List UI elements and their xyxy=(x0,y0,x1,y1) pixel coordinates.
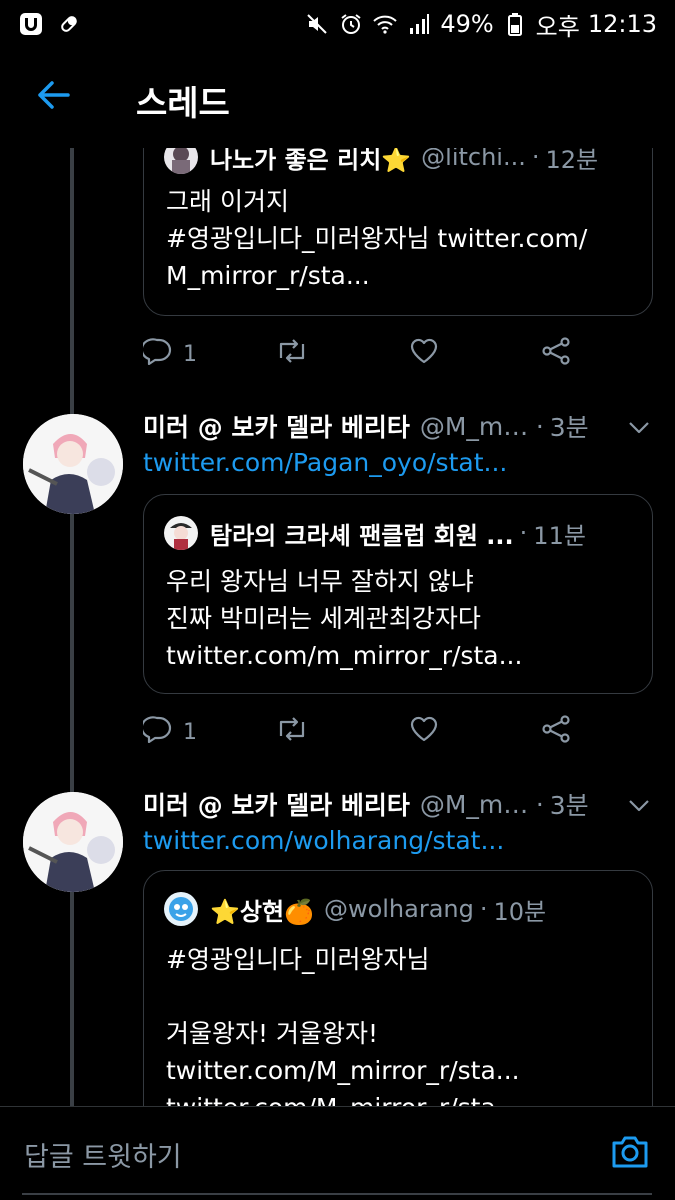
reply-count: 1 xyxy=(183,341,197,367)
share-button[interactable] xyxy=(541,337,571,371)
quoted-tweet-time: 12분 xyxy=(545,148,599,174)
quoted-user-handle: @litchi... xyxy=(421,148,526,171)
user-handle: @M_mi... xyxy=(419,411,530,441)
user-handle: @M_mi... xyxy=(419,789,530,819)
quoted-tweet-text: #영광입니다_미러왕자님 거울왕자! 거울왕자! twitter.com/M_m… xyxy=(166,945,520,1106)
share-button[interactable] xyxy=(541,715,571,749)
reply-input-underline xyxy=(22,1193,652,1195)
quoted-user-avatar xyxy=(164,892,198,926)
battery-icon xyxy=(502,11,528,37)
tweet-header: 미러 @ 보카 델라 베리타 @M_mi... · 3분 xyxy=(143,408,653,444)
quoted-user-name: 나노가 좋은 리치⭐ xyxy=(210,148,412,174)
alarm-icon xyxy=(338,11,364,37)
battery-percent: 49% xyxy=(440,10,494,38)
quoted-tweet-card[interactable]: 나노가 좋은 리치⭐ @litchi... · 12분 그래 이거지 #영광입니… xyxy=(143,148,653,316)
quoted-tweet-time: 11분 xyxy=(533,521,586,550)
clock-period: 오후 xyxy=(535,12,580,41)
tweet-link[interactable]: twitter.com/Pagan_oyo/stat... xyxy=(143,448,653,477)
page-title: 스레드 xyxy=(136,84,230,124)
back-button[interactable] xyxy=(28,72,78,122)
signal-icon xyxy=(406,11,432,37)
quoted-user-name: ⭐상현🍊 xyxy=(210,897,314,926)
pill-icon xyxy=(56,11,82,37)
quoted-tweet-card[interactable]: 탐라의 크라셰 팬클럽 회원 ... · 11분 우리 왕자님 너무 잘하지 않… xyxy=(143,494,653,694)
user-name[interactable]: 미러 @ 보카 델라 베리타 xyxy=(143,408,410,444)
retweet-icon xyxy=(275,338,309,370)
separator-dot: · xyxy=(535,411,544,441)
quoted-user-avatar xyxy=(164,148,198,174)
user-name[interactable]: 미러 @ 보카 델라 베리타 xyxy=(143,786,410,822)
quoted-tweet-card[interactable]: ⭐상현🍊 @wolharang · 10분 #영광입니다_미러왕자님 거울왕자!… xyxy=(143,870,653,1106)
quoted-tweet-text: 그래 이거지 #영광입니다_미러왕자님 twitter.com/ M_mirro… xyxy=(166,187,588,290)
thread-connector-line xyxy=(70,148,74,1106)
quoted-user-name: 탐라의 크라셰 팬클럽 회원 ... xyxy=(210,521,514,550)
like-button[interactable] xyxy=(409,337,439,371)
tweet-time: 3분 xyxy=(549,791,589,820)
tweet-actions: 1 xyxy=(140,334,593,374)
thread-timeline[interactable]: 나노가 좋은 리치⭐ @litchi... · 12분 그래 이거지 #영광입니… xyxy=(0,148,675,1106)
status-bar: 49% 오후 12:13 xyxy=(0,0,675,48)
heart-icon xyxy=(409,715,439,749)
quoted-tweet-time: 10분 xyxy=(493,897,547,926)
reply-button[interactable]: 1 xyxy=(140,715,197,749)
wifi-icon xyxy=(372,11,398,37)
camera-button[interactable] xyxy=(607,1131,653,1177)
separator-dot: · xyxy=(531,148,540,171)
share-icon xyxy=(541,715,571,749)
mute-icon xyxy=(304,11,330,37)
arrow-left-icon xyxy=(36,80,70,114)
reply-composer: 답글 트윗하기 xyxy=(0,1106,675,1200)
reply-count: 1 xyxy=(183,719,197,745)
tweet-actions: 1 xyxy=(140,712,593,752)
clock-time: 12:13 xyxy=(587,10,657,38)
separator-dot: · xyxy=(535,789,544,819)
tweet-header: 미러 @ 보카 델라 베리타 @M_mi... · 3분 xyxy=(143,786,653,822)
app-header: 스레드 xyxy=(0,48,675,148)
like-button[interactable] xyxy=(409,715,439,749)
reply-icon xyxy=(140,337,173,371)
reply-input[interactable]: 답글 트윗하기 xyxy=(24,1135,182,1174)
user-avatar[interactable] xyxy=(23,792,123,892)
reply-button[interactable]: 1 xyxy=(140,337,197,371)
heart-icon xyxy=(409,337,439,371)
share-icon xyxy=(541,337,571,371)
camera-icon xyxy=(610,1134,650,1174)
quoted-tweet-text: 우리 왕자님 너무 잘하지 않냐 진짜 박미러는 세계관최강자다 twitter… xyxy=(166,567,523,670)
reply-icon xyxy=(140,715,173,749)
retweet-button[interactable] xyxy=(275,338,309,370)
quoted-user-handle: @wolharang xyxy=(323,895,474,923)
user-avatar[interactable] xyxy=(23,414,123,514)
tweet-time: 3분 xyxy=(549,413,589,442)
retweet-button[interactable] xyxy=(275,716,309,748)
u-plus-icon xyxy=(18,11,44,37)
tweet-link[interactable]: twitter.com/wolharang/stat... xyxy=(143,826,653,855)
retweet-icon xyxy=(275,716,309,748)
separator-dot: · xyxy=(519,519,528,547)
separator-dot: · xyxy=(479,895,488,923)
chevron-down-icon[interactable] xyxy=(627,790,651,819)
chevron-down-icon[interactable] xyxy=(627,412,651,441)
quoted-user-avatar xyxy=(164,516,198,550)
